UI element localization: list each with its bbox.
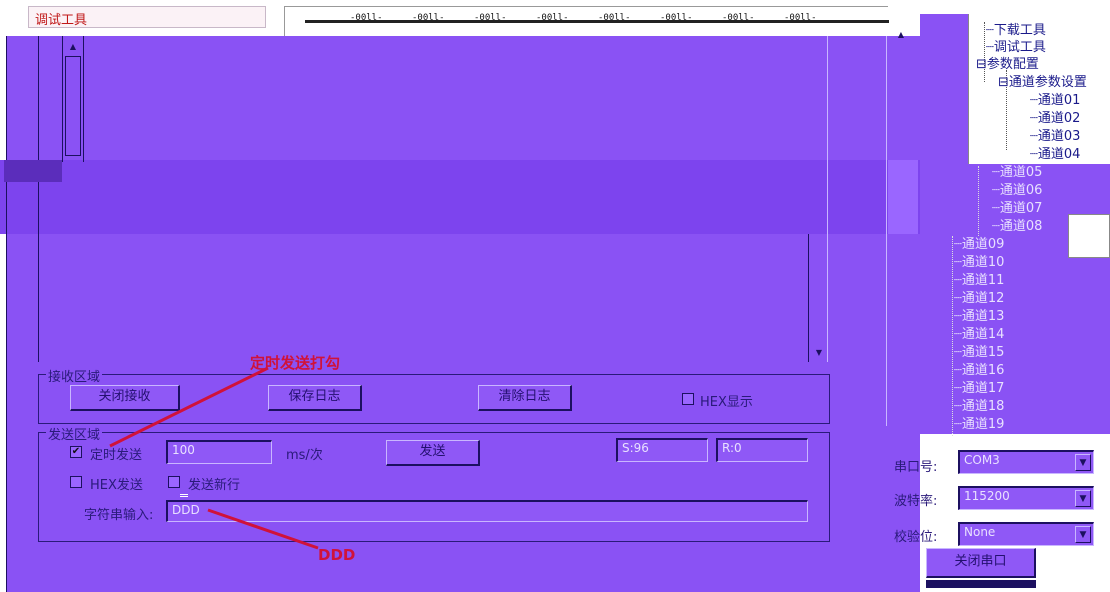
glitch-block	[4, 160, 62, 182]
annotation-arrow-input	[207, 508, 319, 550]
annotation-arrows	[109, 366, 319, 550]
glitch-block	[888, 160, 918, 234]
annotation-arrow-timed-send	[109, 366, 269, 448]
